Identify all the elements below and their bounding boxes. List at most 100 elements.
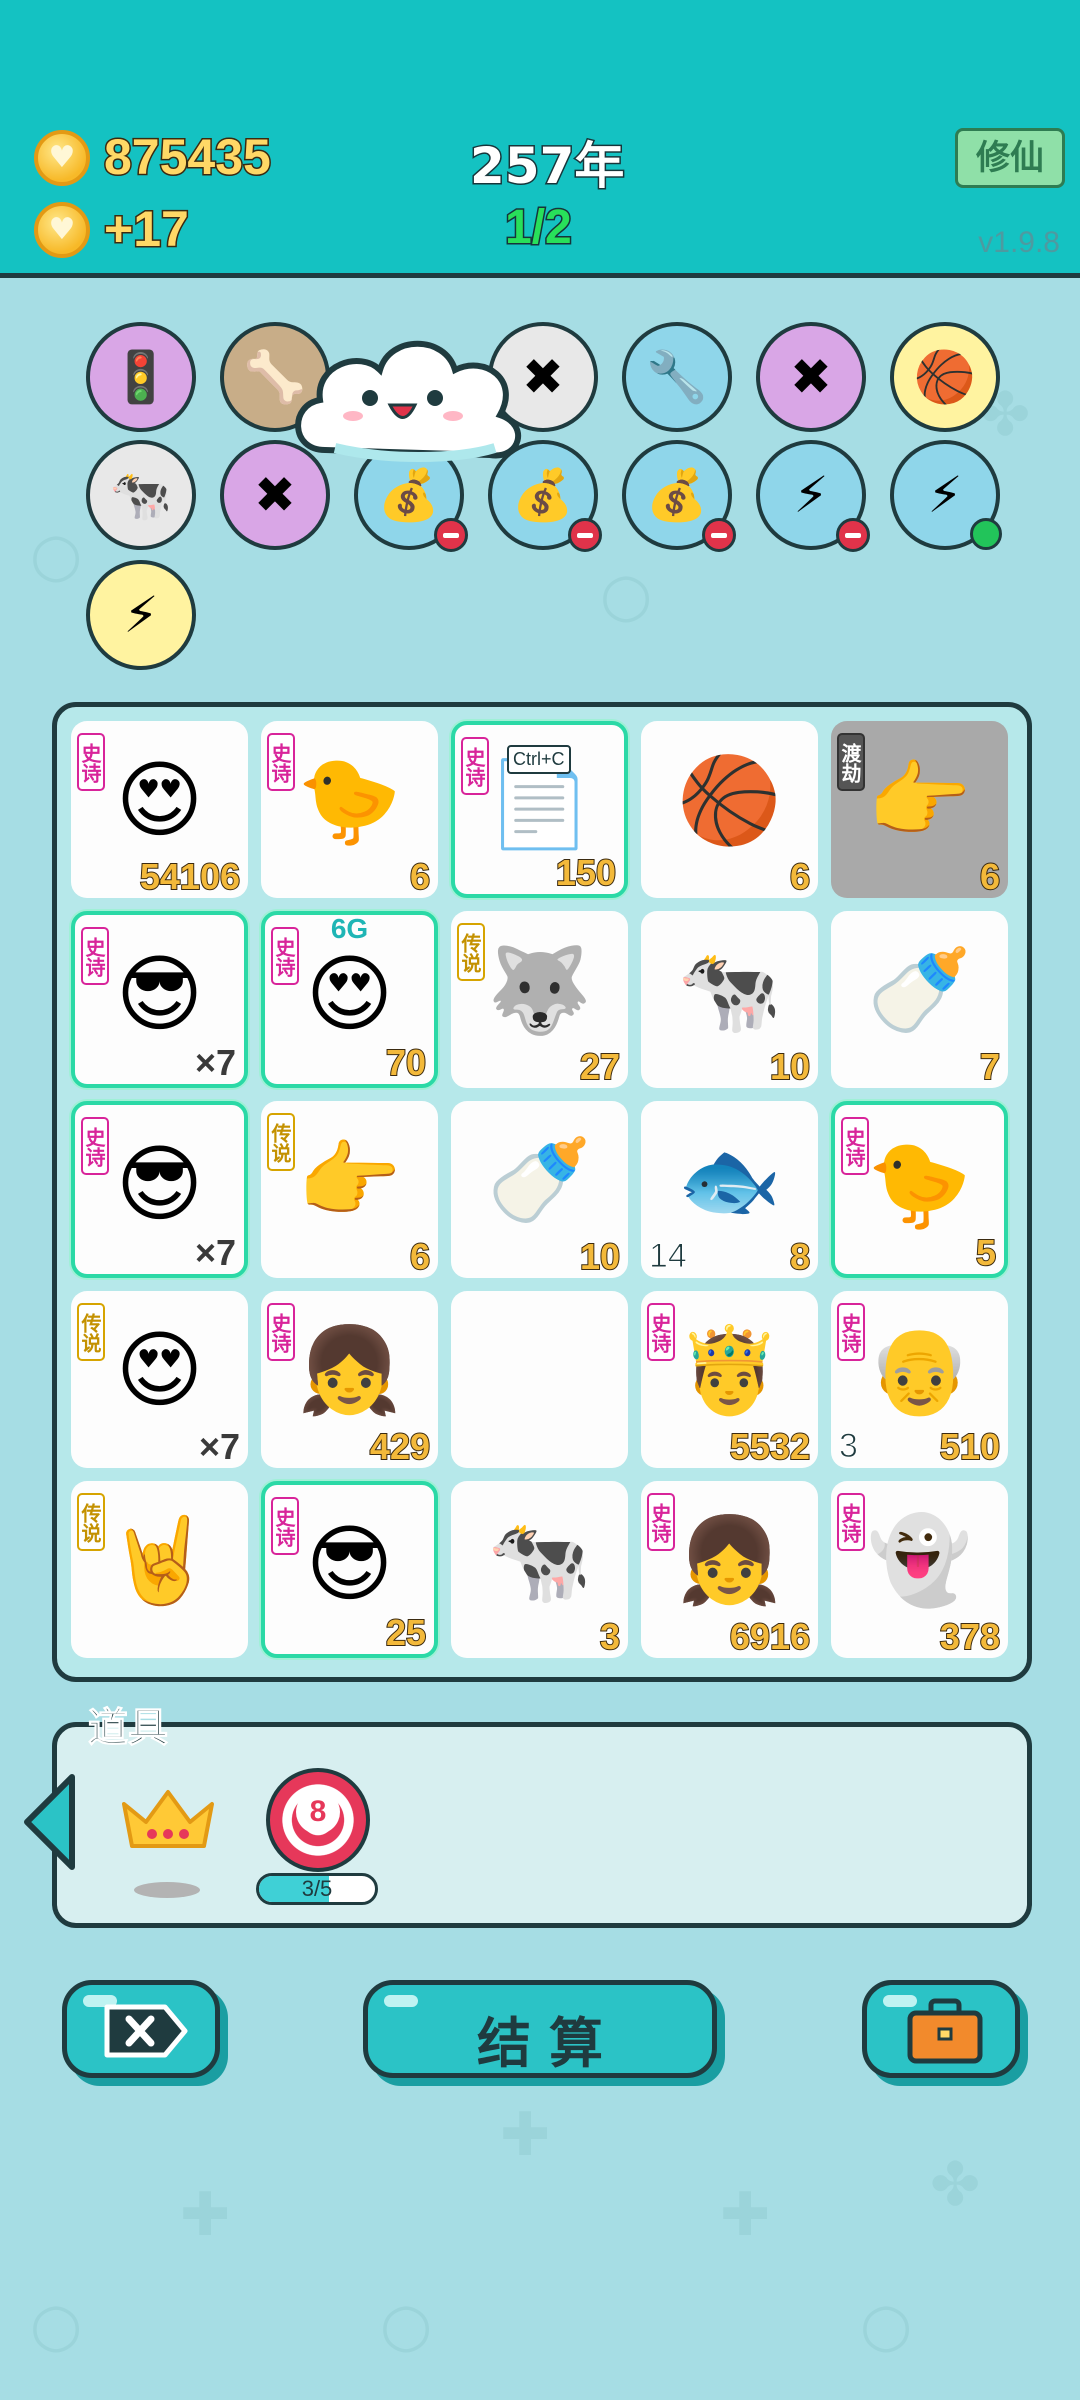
board-cell[interactable]: 😍 传说 ×7: [71, 1291, 248, 1468]
basketball-board-icon: 🏀: [677, 751, 782, 849]
board-cell[interactable]: 👻 史诗 378: [831, 1481, 1008, 1658]
briefcase-icon: [907, 1998, 983, 2064]
cloud-mascot-icon: [295, 340, 522, 462]
card-value: 5532: [729, 1425, 811, 1468]
rarity-tag: 史诗: [77, 733, 105, 791]
rarity-tag: 渡劫: [837, 733, 865, 791]
board-cell[interactable]: [451, 1291, 628, 1468]
wave-counter: 1/2: [504, 200, 574, 256]
card-value: 5: [975, 1231, 997, 1274]
board-cell[interactable]: 🐄 3: [451, 1481, 628, 1658]
card-value: 6: [409, 855, 431, 898]
board-cell[interactable]: 🐤 史诗 5: [831, 1101, 1008, 1278]
rarity-tag: 史诗: [461, 737, 489, 795]
board-cell[interactable]: 🐺 传说 27: [451, 911, 628, 1088]
active-badge-icon: [970, 518, 1002, 550]
board-cell[interactable]: 🍼 10: [451, 1101, 628, 1278]
card-sub-value: 3: [839, 1427, 859, 1466]
milk-bottle-icon: 🍼: [487, 1131, 592, 1229]
card-value: 6916: [729, 1615, 811, 1658]
card-value: 7: [979, 1045, 1001, 1088]
year-counter: 257年: [468, 136, 625, 197]
rarity-tag: 传说: [77, 1493, 105, 1551]
card-value: 10: [769, 1045, 811, 1088]
board-cell[interactable]: 😍 史诗 54106: [71, 721, 248, 898]
rarity-tag: 传说: [267, 1113, 295, 1171]
card-value: ×7: [198, 1426, 240, 1467]
background-pattern: ○: [860, 2290, 913, 2360]
board-cell[interactable]: 👧 史诗 6916: [641, 1481, 818, 1658]
progress-text: 3/5: [301, 1876, 333, 1901]
coin-icon: [34, 130, 90, 186]
card-value: 510: [939, 1425, 1001, 1468]
card-top-label: 6G: [330, 913, 369, 944]
coin-count: 875435: [103, 128, 273, 187]
rarity-tag: 史诗: [841, 1117, 869, 1175]
rarity-tag: 史诗: [267, 1303, 295, 1361]
board-cell[interactable]: 😍 史诗 6G 70: [261, 911, 438, 1088]
milk-bottle-icon: 🍼: [867, 941, 972, 1039]
cow-girls-icon[interactable]: 🐄: [86, 440, 196, 550]
money-bag-icon[interactable]: 💰: [622, 440, 736, 552]
board-cell[interactable]: 🐤 史诗 6: [261, 721, 438, 898]
left-arrow-icon[interactable]: [22, 1772, 82, 1872]
shield-wrench-icon[interactable]: 🔧: [622, 322, 732, 432]
board-cell[interactable]: 🐄 10: [641, 911, 818, 1088]
board-cell[interactable]: 🤴 史诗 5532: [641, 1291, 818, 1468]
board-cell[interactable]: 😎 史诗 25: [261, 1481, 438, 1658]
background-pattern: ✤: [930, 2150, 981, 2220]
background-pattern: ○: [30, 2290, 83, 2360]
card-value: 25: [385, 1611, 427, 1654]
crown-shadow: [134, 1882, 200, 1898]
crown-item-icon[interactable]: [118, 1784, 218, 1854]
basketballs-icon[interactable]: 🏀: [890, 322, 1000, 432]
remove-badge-icon[interactable]: [568, 518, 602, 552]
board-cell[interactable]: 🏀 6: [641, 721, 818, 898]
card-value: 10: [579, 1235, 621, 1278]
board-cell[interactable]: 👉 传说 6: [261, 1101, 438, 1278]
rarity-tag: 史诗: [837, 1303, 865, 1361]
background-pattern: ○: [600, 560, 653, 630]
settle-button[interactable]: 结算: [363, 1980, 717, 2078]
card-value: 6: [409, 1235, 431, 1278]
remove-badge-icon[interactable]: [702, 518, 736, 552]
background-pattern: ✚: [720, 2180, 771, 2250]
income-rate: +17: [103, 200, 191, 259]
card-value: 27: [579, 1045, 621, 1088]
card-value: 6: [789, 855, 811, 898]
board-cell[interactable]: 🐟 8 14: [641, 1101, 818, 1278]
board-cell[interactable]: 🍼 7: [831, 911, 1008, 1088]
background-pattern: ○: [380, 2290, 433, 2360]
remove-badge-icon[interactable]: [434, 518, 468, 552]
lightning-plant-icon[interactable]: ⚡: [890, 440, 1002, 550]
rarity-tag: 史诗: [647, 1493, 675, 1551]
card-value: 54106: [139, 855, 241, 898]
target-item-number: 8: [296, 1790, 340, 1834]
ghost-signal-icon[interactable]: 🚦: [86, 322, 196, 432]
math-guy-icon[interactable]: ✖: [756, 322, 866, 432]
settle-button-label: 结算: [477, 2012, 621, 2075]
card-value: 150: [555, 851, 617, 894]
lightning-plant-icon[interactable]: ⚡: [756, 440, 870, 552]
board-cell[interactable]: 😎 史诗 ×7: [71, 1101, 248, 1278]
remove-button[interactable]: [62, 1980, 220, 2078]
card-sub-value: 14: [649, 1237, 688, 1276]
target-progress-bar: 3/5: [256, 1873, 378, 1905]
board-cell[interactable]: 😎 史诗 ×7: [71, 911, 248, 1088]
inventory-button[interactable]: [862, 1980, 1020, 2078]
lightning-icon[interactable]: ⚡: [86, 560, 196, 670]
board-cell[interactable]: 👧 史诗 429: [261, 1291, 438, 1468]
rarity-tag: 史诗: [647, 1303, 675, 1361]
board-cell[interactable]: 👉 渡劫 6: [831, 721, 1008, 898]
cow-icon: 🐄: [487, 1511, 592, 1609]
board-cell[interactable]: 📄 Ctrl+C 史诗 150: [451, 721, 628, 898]
cultivation-mode-button[interactable]: 修仙: [955, 128, 1065, 188]
rarity-tag: 史诗: [81, 1117, 109, 1175]
background-pattern: ✚: [180, 2180, 231, 2250]
board-cell[interactable]: 👴 史诗 510 3: [831, 1291, 1008, 1468]
remove-badge-icon[interactable]: [836, 518, 870, 552]
board-cell[interactable]: 🤘 传说: [71, 1481, 248, 1658]
fish-icon: 🐟: [677, 1131, 782, 1229]
card-value: 378: [939, 1615, 1001, 1658]
income-coin-icon: [34, 202, 90, 258]
